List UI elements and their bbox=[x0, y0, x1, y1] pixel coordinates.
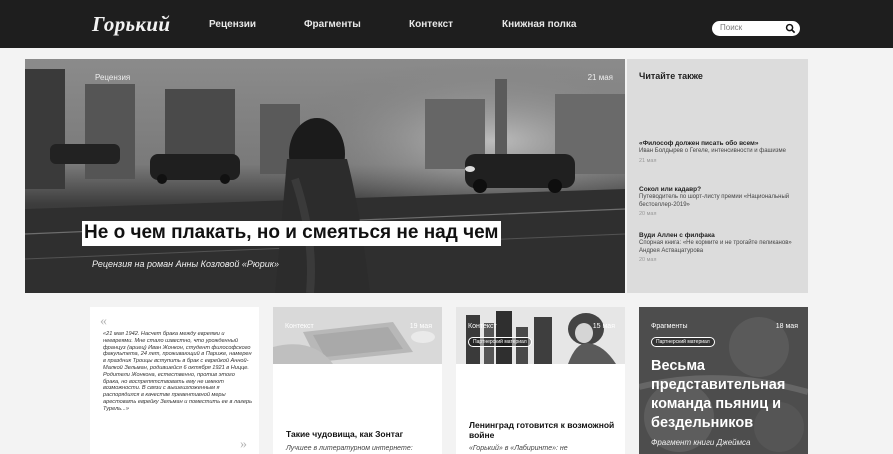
sidebar-article-title[interactable]: «Философ должен писать обо всем» bbox=[639, 140, 799, 148]
search-placeholder: Поиск bbox=[720, 23, 743, 32]
site-logo[interactable]: Горький bbox=[92, 12, 170, 37]
sidebar-article-text: Иван Болдырев о Гегеле, интенсивности и … bbox=[639, 148, 786, 154]
partner-badge: Партнерский материал bbox=[468, 337, 532, 347]
sidebar-article-text: Спорная книга: «Не кормите и не трогайте… bbox=[639, 240, 792, 254]
card-subtitle: «Горький» в «Лабиринте»: не bbox=[469, 445, 568, 452]
card-date: 18 мая bbox=[775, 323, 798, 330]
hero-subtitle: Рецензия на роман Анны Козловой «Рюрик» bbox=[92, 259, 279, 269]
sidebar-article[interactable]: Вуди Аллен с филфака Спорная книга: «Не … bbox=[639, 232, 799, 265]
sidebar-article-date: 20 мая bbox=[639, 211, 657, 217]
sidebar-heading: Читайте также bbox=[639, 71, 703, 81]
search-icon[interactable] bbox=[785, 23, 796, 34]
hero-category[interactable]: Рецензия bbox=[95, 73, 130, 82]
card-date: 19 мая bbox=[409, 323, 432, 330]
search-input[interactable]: Поиск bbox=[712, 21, 800, 36]
card-category[interactable]: Фрагменты bbox=[651, 323, 687, 330]
article-card[interactable]: Контекст 19 мая Такие чудовища, как Зонт… bbox=[273, 307, 442, 454]
sidebar-article[interactable]: «Философ должен писать обо всем» Иван Бо… bbox=[639, 140, 799, 166]
hero-date: 21 мая bbox=[587, 73, 613, 82]
card-title[interactable]: Ленинград готовится к возможной войне bbox=[469, 420, 619, 440]
read-also-sidebar: Читайте также «Философ должен писать обо… bbox=[627, 59, 808, 293]
partner-badge: Партнерский материал bbox=[651, 337, 715, 347]
laptop-photo bbox=[273, 307, 442, 364]
hero-photo bbox=[25, 59, 625, 293]
sidebar-article-date: 21 мая bbox=[639, 157, 657, 164]
nav-fragments[interactable]: Фрагменты bbox=[304, 19, 361, 30]
sidebar-article-title[interactable]: Сокол или кадавр? bbox=[639, 186, 799, 194]
sidebar-article[interactable]: Сокол или кадавр? Путеводитель по шорт-л… bbox=[639, 186, 799, 219]
sidebar-article-date: 20 мая bbox=[639, 257, 657, 263]
card-subtitle: Фрагмент книги Джеймса bbox=[651, 438, 751, 447]
article-card[interactable]: Контекст 15 мая Партнерский материал Лен… bbox=[456, 307, 625, 454]
quote-card[interactable]: « «21 мая 1942. Насчет брака между еврея… bbox=[90, 307, 259, 454]
nav-bookshelf[interactable]: Книжная полка bbox=[502, 19, 576, 30]
card-title[interactable]: Весьма представительная команда пьяниц и… bbox=[651, 357, 801, 433]
card-category[interactable]: Контекст bbox=[285, 323, 314, 330]
card-date: 15 мая bbox=[592, 323, 615, 330]
open-quote-icon: « bbox=[100, 314, 107, 329]
card-category[interactable]: Контекст bbox=[468, 323, 497, 330]
card-subtitle: Лучшее в литературном интернете: bbox=[286, 445, 413, 452]
comic-illustration bbox=[456, 307, 625, 364]
hero-article[interactable]: Рецензия 21 мая Не о чем плакать, но и с… bbox=[25, 59, 625, 293]
sidebar-article-title[interactable]: Вуди Аллен с филфака bbox=[639, 232, 799, 240]
card-title[interactable]: Такие чудовища, как Зонтаг bbox=[286, 429, 436, 439]
quote-text: «21 мая 1942. Насчет брака между евреями… bbox=[103, 331, 253, 412]
top-navigation-bar: Горький Рецензии Фрагменты Контекст Книж… bbox=[0, 0, 893, 48]
article-card[interactable]: Фрагменты 18 мая Партнерский материал Ве… bbox=[639, 307, 808, 454]
nav-context[interactable]: Контекст bbox=[409, 19, 453, 30]
sidebar-article-text: Путеводитель по шорт-листу премии «Нацио… bbox=[639, 194, 790, 208]
close-quote-icon: » bbox=[240, 437, 247, 452]
nav-reviews[interactable]: Рецензии bbox=[209, 19, 256, 30]
hero-title[interactable]: Не о чем плакать, но и смеяться не над ч… bbox=[82, 221, 502, 246]
